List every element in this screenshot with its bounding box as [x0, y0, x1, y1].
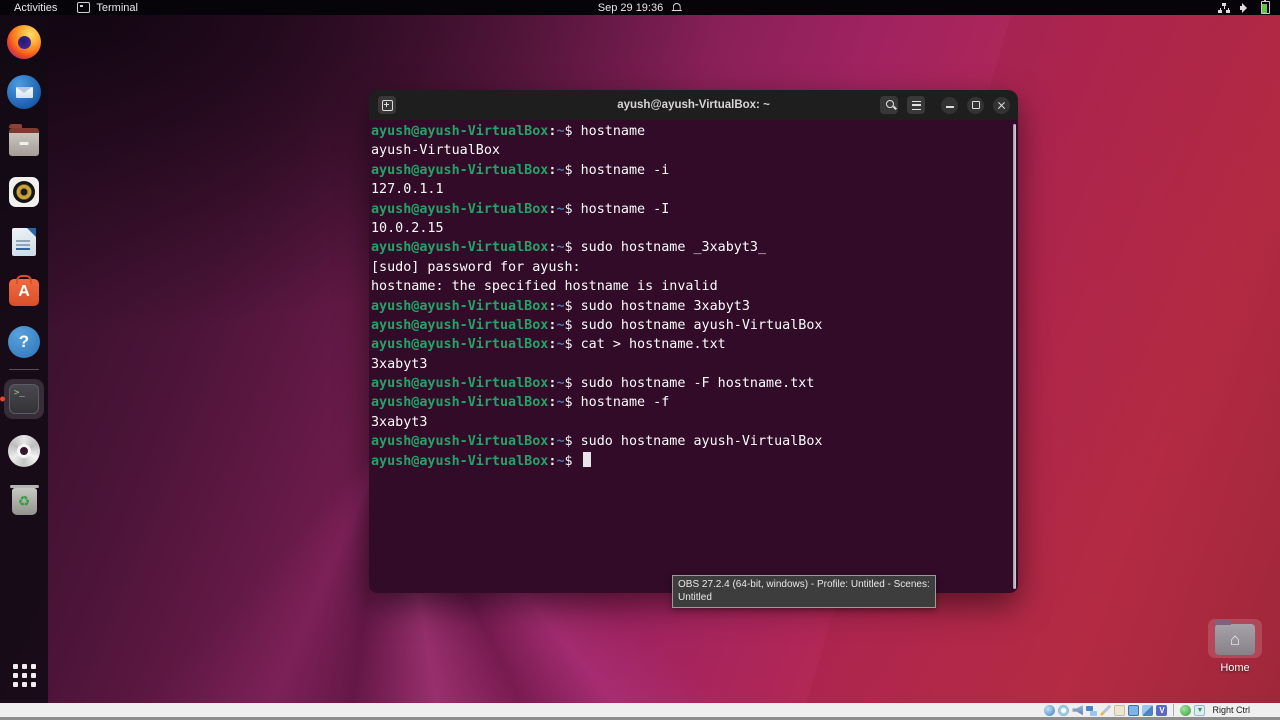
- home-shortcut[interactable]: Home: [1206, 619, 1264, 674]
- rhythmbox-icon: [9, 177, 39, 207]
- dock-item-ubuntu-software[interactable]: [6, 274, 42, 310]
- volume-icon: [1240, 2, 1251, 13]
- maximize-button[interactable]: [967, 96, 984, 114]
- dock-item-trash[interactable]: [6, 483, 42, 519]
- app-menu-terminal[interactable]: Terminal: [77, 2, 138, 14]
- clock-menu[interactable]: Sep 29 19:36: [597, 0, 683, 15]
- minimize-icon: [945, 106, 954, 108]
- search-icon: [886, 100, 894, 108]
- home-folder-icon: [1215, 620, 1255, 655]
- terminal-icon: >_: [9, 384, 39, 414]
- thunderbird-icon: [7, 75, 41, 109]
- terminal-line: ayush@ayush-VirtualBox:~$ hostname: [371, 124, 646, 139]
- notification-bell-icon: [672, 2, 683, 13]
- terminal-line: hostname: the specified hostname is inva…: [371, 279, 718, 295]
- maximize-icon: [971, 101, 980, 109]
- system-status-menu[interactable]: [1218, 0, 1270, 14]
- libreoffice-writer-icon: [12, 228, 36, 256]
- keyboard-icon[interactable]: [1194, 704, 1206, 716]
- dock-item-thunderbird[interactable]: [6, 74, 42, 110]
- clock-label: Sep 29 19:36: [597, 1, 664, 14]
- show-applications-button[interactable]: [6, 657, 42, 693]
- mouse-integration-icon[interactable]: [1180, 704, 1192, 716]
- terminal-line: ayush@ayush-VirtualBox:~$ hostname -I: [371, 201, 670, 217]
- terminal-line: ayush@ayush-VirtualBox:~$ cat > hostname…: [371, 337, 726, 353]
- terminal-line: [sudo] password for ayush:: [371, 259, 581, 275]
- terminal-cursor: [582, 451, 591, 467]
- status-bar-separator: [1173, 704, 1175, 716]
- dock-item-files[interactable]: [6, 124, 42, 160]
- usb-icon[interactable]: [1100, 704, 1112, 716]
- terminal-line: ayush@ayush-VirtualBox:~$ sudo hostname …: [371, 298, 750, 314]
- close-icon: [997, 101, 1006, 110]
- dock-item-terminal[interactable]: >_: [4, 379, 44, 419]
- terminal-line: ayush@ayush-VirtualBox:~$ sudo hostname …: [371, 240, 767, 256]
- shared-folders-icon[interactable]: [1114, 704, 1126, 716]
- trash-icon: [9, 484, 39, 515]
- minimize-button[interactable]: [941, 96, 958, 114]
- features-icon[interactable]: [1156, 704, 1168, 716]
- terminal-output[interactable]: ayush@ayush-VirtualBox:~$ hostname ayush-…: [369, 120, 1018, 593]
- activities-button[interactable]: Activities: [14, 2, 57, 14]
- terminal-titlebar[interactable]: ayush@ayush-VirtualBox: ~: [369, 90, 1018, 120]
- terminal-line: 3xabyt3: [371, 356, 428, 372]
- optical-disc-status-icon[interactable]: [1058, 704, 1070, 716]
- network-icon: [1218, 2, 1230, 13]
- terminal-scrollbar[interactable]: [1013, 124, 1016, 589]
- home-shortcut-label: Home: [1220, 662, 1250, 674]
- host-key-label: Right Ctrl: [1212, 705, 1250, 715]
- terminal-window: ayush@ayush-VirtualBox: ~ ayush@ayush-Vi…: [369, 90, 1018, 593]
- app-grid-icon: [12, 663, 36, 687]
- video-capture-icon[interactable]: [1142, 704, 1154, 716]
- virtualbox-status-bar: Right Ctrl: [0, 703, 1280, 720]
- screen: Activities Terminal Sep 29 19:36 >_: [0, 0, 1280, 720]
- top-bar: Activities Terminal Sep 29 19:36: [0, 0, 1280, 15]
- menu-button[interactable]: [907, 96, 925, 114]
- dock-separator: [9, 369, 39, 370]
- terminal-line: 127.0.1.1: [371, 182, 444, 198]
- optical-disc-icon: [8, 435, 40, 467]
- dock: >_: [0, 15, 48, 703]
- battery-icon: [1261, 0, 1270, 14]
- terminal-line: 10.0.2.15: [371, 220, 444, 236]
- close-button[interactable]: [993, 96, 1010, 114]
- help-icon: [8, 326, 40, 358]
- firefox-icon: [7, 25, 41, 59]
- audio-icon[interactable]: [1072, 704, 1084, 716]
- terminal-line: ayush@ayush-VirtualBox:~$ hostname -i: [371, 162, 670, 178]
- network-status-icon[interactable]: [1086, 705, 1098, 716]
- dock-item-rhythmbox[interactable]: [6, 174, 42, 210]
- dock-item-help[interactable]: [6, 324, 42, 360]
- files-icon: [9, 124, 39, 156]
- terminal-line: 3xabyt3: [371, 414, 428, 430]
- hamburger-menu-icon: [911, 100, 921, 110]
- search-button[interactable]: [880, 96, 898, 114]
- dock-item-optical-disc[interactable]: [6, 433, 42, 469]
- hard-disk-icon[interactable]: [1044, 704, 1056, 716]
- ubuntu-software-icon: [9, 274, 39, 306]
- terminal-line: ayush@ayush-VirtualBox:~$ sudo hostname …: [371, 317, 823, 333]
- obs-tooltip: OBS 27.2.4 (64-bit, windows) - Profile: …: [672, 575, 936, 608]
- dock-item-firefox[interactable]: [6, 24, 42, 60]
- terminal-mini-icon: [77, 2, 91, 13]
- terminal-line: ayush@ayush-VirtualBox:~$: [371, 451, 1000, 471]
- terminal-line: ayush@ayush-VirtualBox:~$ hostname -f: [371, 395, 670, 411]
- display-icon[interactable]: [1128, 704, 1140, 716]
- home-shortcut-highlight: [1208, 619, 1262, 658]
- terminal-line: ayush-VirtualBox: [371, 143, 500, 159]
- app-menu-label: Terminal: [96, 1, 138, 14]
- terminal-line: ayush@ayush-VirtualBox:~$ sudo hostname …: [371, 376, 815, 392]
- terminal-line: ayush@ayush-VirtualBox:~$ sudo hostname …: [371, 434, 823, 450]
- dock-item-libreoffice-writer[interactable]: [6, 224, 42, 260]
